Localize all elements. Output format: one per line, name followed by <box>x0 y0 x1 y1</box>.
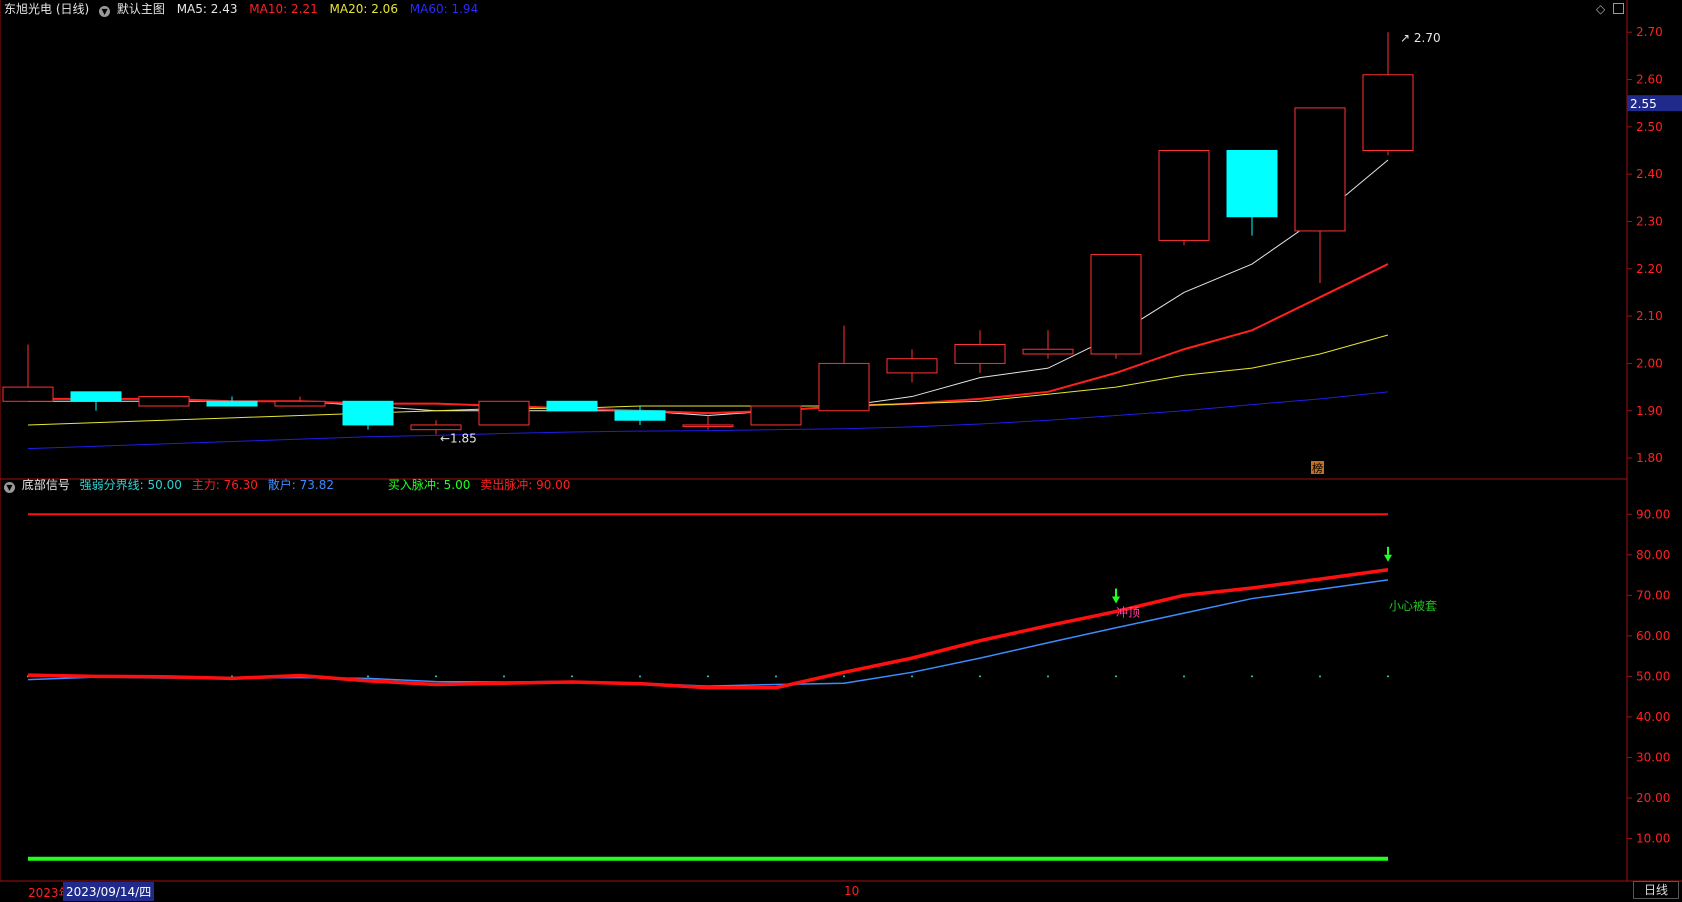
candle-body <box>206 400 258 407</box>
price-tick-label: 2.60 <box>1636 73 1663 87</box>
candle-body <box>410 424 462 431</box>
candle-body <box>138 396 190 407</box>
indicator-tick-label: 40.00 <box>1636 710 1670 724</box>
current-price-label: 2.55 <box>1630 97 1657 111</box>
ma60-value: MA60: 1.94 <box>409 2 479 16</box>
candle-body <box>1090 254 1142 355</box>
stock-chart-canvas[interactable]: 2.70 2.60 2.50 2.40 2.30 2.20 2.10 2.00 1.90 1.80… <box>0 0 1682 902</box>
peak-annotation: 冲顶 <box>1116 604 1140 619</box>
indicator-header: ▼ 底部信号 强弱分界线: 50.00 主力: 76.30 散户: 73.82 … <box>4 476 570 494</box>
candle-body <box>1362 74 1414 151</box>
buy-pulse-value: 买入脉冲: 5.00 <box>387 478 471 492</box>
indicator-toggle-icon[interactable]: ▼ <box>4 482 15 493</box>
boundary-dot <box>1319 675 1321 678</box>
candle-body <box>2 386 54 402</box>
indicator-tick-label: 10.00 <box>1636 831 1670 845</box>
candle-body <box>1022 348 1074 355</box>
candle-body <box>1158 149 1210 241</box>
indicator-tick-label: 50.00 <box>1636 669 1670 683</box>
boundary-dot <box>435 675 437 678</box>
boundary-dot <box>911 675 913 678</box>
mainforce-line <box>27 568 1389 690</box>
boundary-dot <box>571 675 573 678</box>
caution-annotation: 小心被套 <box>1389 599 1437 613</box>
candle-body <box>1226 149 1278 218</box>
high-price-label: ↗ 2.70 <box>1400 31 1441 45</box>
price-tick-label: 2.20 <box>1636 262 1663 276</box>
boundary-dot <box>1047 675 1049 678</box>
down-arrow-icon <box>1112 596 1120 604</box>
rank-badge: 榜 <box>1312 461 1323 475</box>
panel-window-icon[interactable] <box>1613 3 1624 14</box>
boundary-dot <box>1183 675 1185 678</box>
candle-body <box>1294 107 1346 232</box>
price-tick-label: 2.30 <box>1636 214 1663 228</box>
price-tick-label: 2.40 <box>1636 167 1663 181</box>
ma10-value: MA10: 2.21 <box>249 2 318 16</box>
boundary-dot <box>1251 675 1253 678</box>
indicator-tick-label: 70.00 <box>1636 588 1670 602</box>
boundary-dot <box>367 675 369 678</box>
boundary-dot <box>979 675 981 678</box>
cursor-date: 2023/09/14/四 <box>63 882 155 901</box>
ma-line-ma10 <box>28 263 1389 415</box>
boundary-value: 强弱分界线: 50.00 <box>79 478 182 492</box>
indicator-name[interactable]: 底部信号 <box>22 478 70 492</box>
period-button[interactable]: 日线 <box>1633 881 1679 899</box>
boundary-dot <box>639 675 641 678</box>
price-tick-label: 1.90 <box>1636 404 1663 418</box>
indicator-tick-label: 80.00 <box>1636 548 1670 562</box>
month-label: 10 <box>844 884 860 898</box>
price-tick-label: 1.80 <box>1636 451 1663 465</box>
sell-pulse-value: 卖出脉冲: 90.00 <box>480 478 571 492</box>
boundary-dot <box>1115 675 1117 678</box>
boundary-dot <box>843 675 845 678</box>
template-name[interactable]: 默认主图 <box>117 2 165 16</box>
retail-value: 散户: 73.82 <box>267 478 334 492</box>
candle-body <box>954 344 1006 364</box>
boundary-dot <box>707 675 709 678</box>
indicator-tick-label: 30.00 <box>1636 750 1670 764</box>
stock-title[interactable]: 东旭光电 (日线) <box>4 2 89 16</box>
candle-body <box>818 362 870 412</box>
candle-body <box>682 424 734 427</box>
ma5-value: MA5: 2.43 <box>176 2 238 16</box>
price-tick-label: 2.10 <box>1636 309 1663 323</box>
ma20-value: MA20: 2.06 <box>329 2 398 16</box>
candle-body <box>342 400 394 426</box>
candle-body <box>614 410 666 421</box>
price-tick-label: 2.50 <box>1636 120 1663 134</box>
price-tick-label: 2.00 <box>1636 356 1663 370</box>
price-tick-label: 2.70 <box>1636 25 1663 39</box>
down-arrow-icon <box>1384 554 1392 562</box>
price-header: 东旭光电 (日线) ▼ 默认主图 MA5: 2.43 MA10: 2.21 MA… <box>4 0 478 18</box>
candle-body <box>70 391 122 402</box>
indicator-tick-label: 60.00 <box>1636 629 1670 643</box>
candle-body <box>274 400 326 407</box>
boundary-dot <box>1387 675 1389 678</box>
low-price-label: ←1.85 <box>440 431 477 445</box>
candle-body <box>478 400 530 426</box>
indicator-tick-label: 90.00 <box>1636 507 1670 521</box>
template-toggle-icon[interactable]: ▼ <box>99 6 111 17</box>
mainforce-value: 主力: 76.30 <box>191 478 258 492</box>
candle-body <box>750 405 802 426</box>
indicator-tick-label: 20.00 <box>1636 791 1670 805</box>
candle-body <box>886 358 938 374</box>
diamond-icon[interactable]: ◇ <box>1596 2 1605 16</box>
boundary-dot <box>775 675 777 678</box>
candle-body <box>546 400 598 412</box>
boundary-dot <box>503 675 505 678</box>
